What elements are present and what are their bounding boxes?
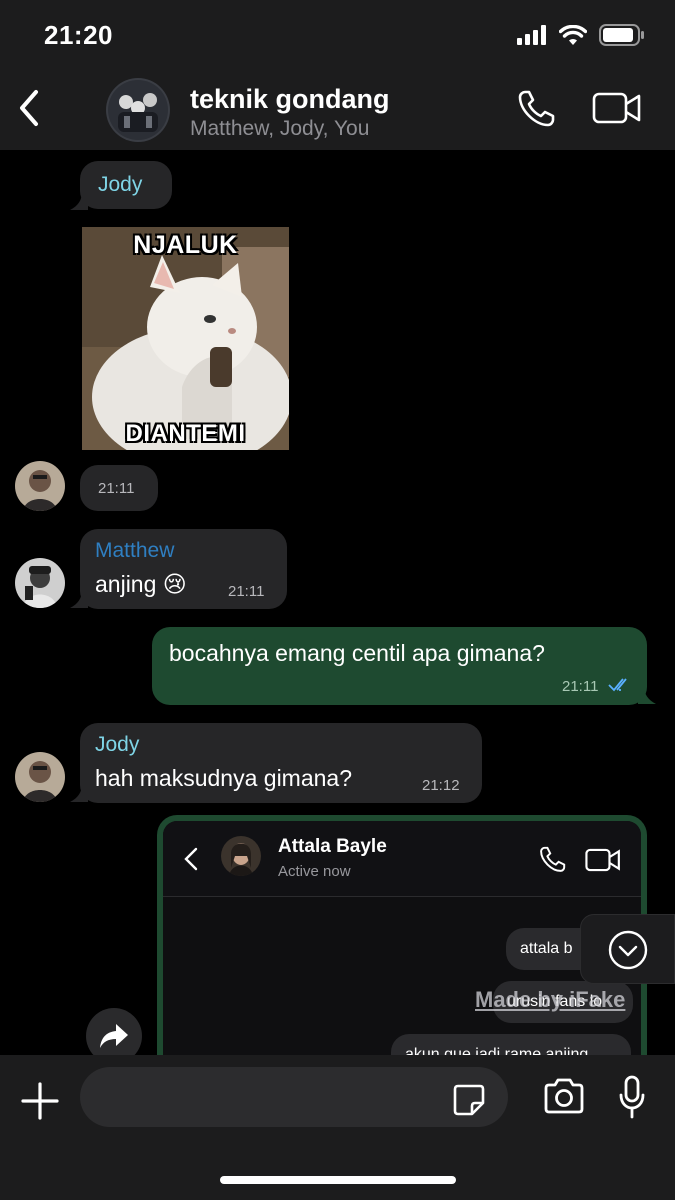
screenshot-avatar [221, 836, 261, 876]
read-receipt-icon [608, 678, 627, 692]
sender-name: Matthew [95, 539, 175, 562]
message-text: anjing 😢 [95, 571, 187, 597]
meme-bottom-text: DIANTEMI [125, 420, 246, 447]
sender-name: Jody [98, 173, 143, 196]
video-camera-icon [585, 848, 620, 872]
screenshot-attachment[interactable]: Attala Bayle Active now attala b urusin … [157, 815, 647, 1075]
chevron-down-icon [608, 930, 648, 970]
status-icons [517, 24, 645, 46]
sender-name: Jody [95, 733, 140, 756]
meme-top-text: NJALUK [133, 231, 238, 259]
chat-title[interactable]: teknik gondang [190, 84, 390, 115]
watermark: Made by iFake [475, 987, 626, 1012]
bubble-tail [70, 192, 88, 210]
signal-icon [517, 25, 546, 45]
message-text: bocahnya emang centil apa gimana? [169, 640, 545, 666]
message-composer [0, 1055, 675, 1200]
microphone-icon[interactable] [618, 1075, 646, 1119]
message-bubble: Matthew anjing 😢 21:11 [80, 529, 287, 609]
scroll-down-button[interactable] [580, 914, 675, 984]
plus-icon[interactable] [20, 1081, 60, 1121]
message-time: 21:11 [228, 583, 265, 600]
message-time: 21:11 [98, 480, 135, 497]
screenshot-contact-name: Attala Bayle [278, 836, 387, 857]
message-bubble: 21:11 [80, 465, 158, 511]
avatar[interactable] [15, 461, 65, 511]
screenshot-contact-status: Active now [278, 863, 351, 880]
outgoing-message-bubble: bocahnya emang centil apa gimana? 21:11 [152, 627, 647, 705]
home-indicator [220, 1176, 456, 1184]
phone-icon[interactable] [517, 88, 557, 128]
video-camera-icon[interactable] [592, 90, 642, 126]
message-time: 21:12 [422, 777, 460, 794]
phone-icon [540, 846, 566, 872]
bubble-tail [70, 590, 88, 608]
battery-icon [599, 24, 644, 46]
status-time: 21:20 [44, 20, 113, 50]
chat-header: teknik gondang Matthew, Jody, You [0, 70, 675, 150]
group-avatar[interactable] [106, 78, 170, 142]
wifi-icon [559, 24, 587, 45]
screenshot-header: Attala Bayle Active now [163, 821, 641, 897]
avatar[interactable] [15, 558, 65, 608]
avatar[interactable] [15, 752, 65, 802]
message-time: 21:11 [562, 678, 599, 695]
camera-icon[interactable] [543, 1077, 585, 1115]
bubble-tail [638, 686, 656, 704]
top-bar: 21:20 teknik gondang Matthew, Jody, You [0, 0, 675, 150]
message-input[interactable] [80, 1067, 508, 1127]
message-text: hah maksudnya gimana? [95, 765, 352, 791]
sender-label-bubble: Jody [80, 161, 172, 209]
message-bubble: Jody hah maksudnya gimana? 21:12 [80, 723, 482, 803]
sticker-icon[interactable] [452, 1083, 486, 1117]
chat-members[interactable]: Matthew, Jody, You [190, 117, 369, 141]
back-arrow-icon [184, 847, 198, 871]
back-arrow-icon[interactable] [14, 88, 44, 128]
bubble-tail [70, 784, 88, 802]
image-attachment[interactable]: NJALUK DIANTEMI [82, 227, 289, 450]
forward-icon [100, 1024, 128, 1048]
